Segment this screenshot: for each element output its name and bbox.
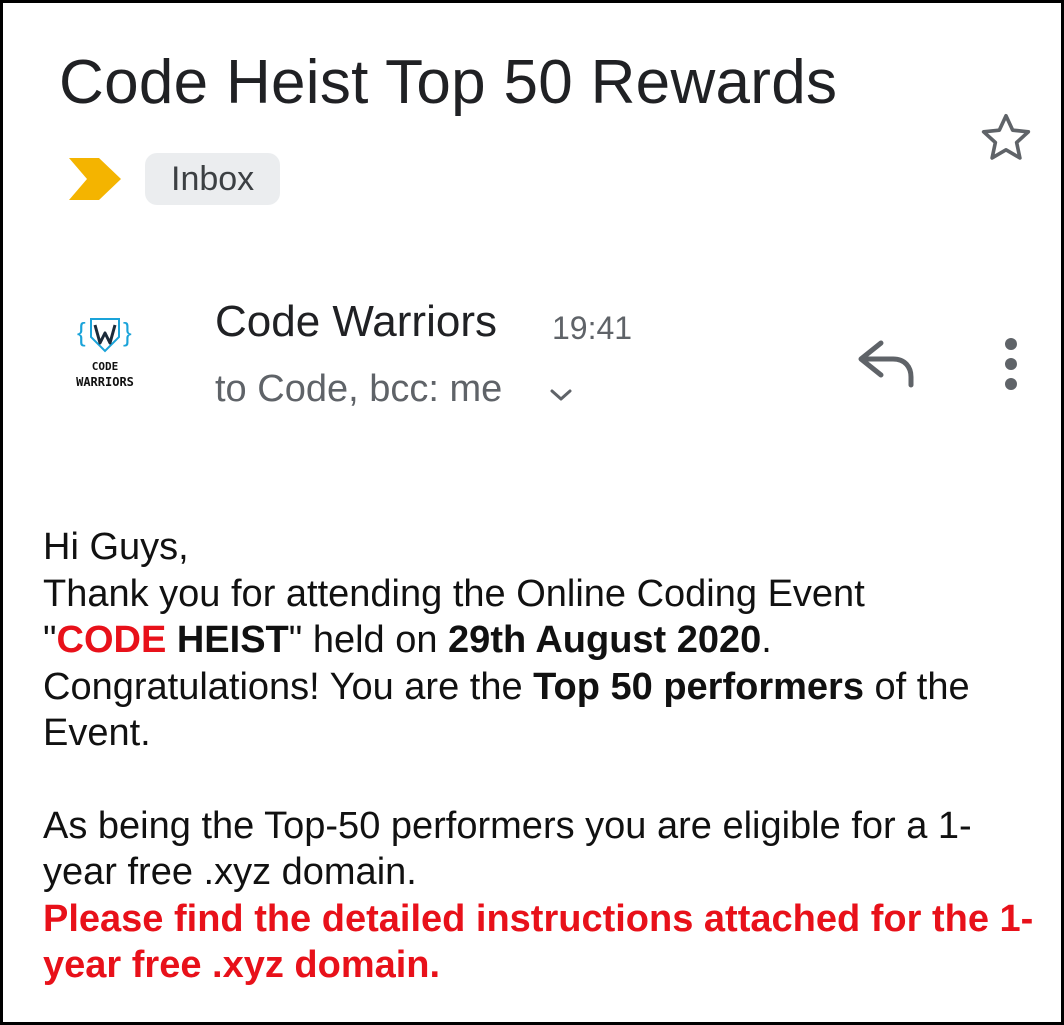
paragraph-congrats: Congratulations! You are the Top 50 perf…	[43, 664, 1043, 757]
sentence-end: .	[761, 619, 772, 661]
label-inbox[interactable]: Inbox	[145, 153, 281, 205]
code-warriors-logo: { } CODE WARRIORS	[76, 317, 134, 389]
paragraph-eligibility: As being the Top-50 performers you are e…	[43, 804, 972, 894]
paragraph-thanks: Thank you for attending the Online Codin…	[43, 571, 1043, 664]
event-name-black: HEIST	[166, 619, 289, 661]
sender-name[interactable]: Code Warriors	[215, 297, 497, 347]
more-vertical-icon[interactable]	[997, 337, 1025, 391]
email-view: Code Heist Top 50 Rewards Inbox { } CODE…	[0, 0, 1064, 1025]
held-on-text: " held on	[288, 619, 449, 661]
email-subject: Code Heist Top 50 Rewards	[59, 48, 838, 117]
recipients-summary[interactable]: to Code, bcc: me	[215, 368, 502, 411]
svg-text:CODE: CODE	[92, 360, 119, 373]
event-name-red: CODE	[56, 619, 167, 661]
sender-avatar[interactable]: { } CODE WARRIORS	[53, 311, 157, 397]
reply-icon[interactable]	[855, 337, 917, 391]
chevron-down-icon[interactable]	[548, 386, 574, 404]
top50-highlight: Top 50 performers	[533, 665, 864, 708]
quote-open: "	[43, 619, 57, 661]
svg-text:WARRIORS: WARRIORS	[76, 375, 134, 389]
thanks-text: Thank you for attending the Online Codin…	[43, 572, 865, 615]
sent-time: 19:41	[552, 310, 633, 346]
event-date: 29th August 2020	[448, 619, 762, 661]
importance-marker-icon[interactable]	[69, 158, 121, 200]
star-icon[interactable]	[977, 109, 1035, 167]
email-body: Hi Guys, Thank you for attending the Onl…	[43, 524, 1043, 989]
svg-text:{: {	[77, 317, 86, 347]
instructions-notice: Please find the detailed instructions at…	[43, 897, 1034, 987]
greeting: Hi Guys,	[43, 526, 189, 568]
svg-text:}: }	[123, 317, 132, 347]
congrats-text: Congratulations! You are the	[43, 665, 534, 708]
